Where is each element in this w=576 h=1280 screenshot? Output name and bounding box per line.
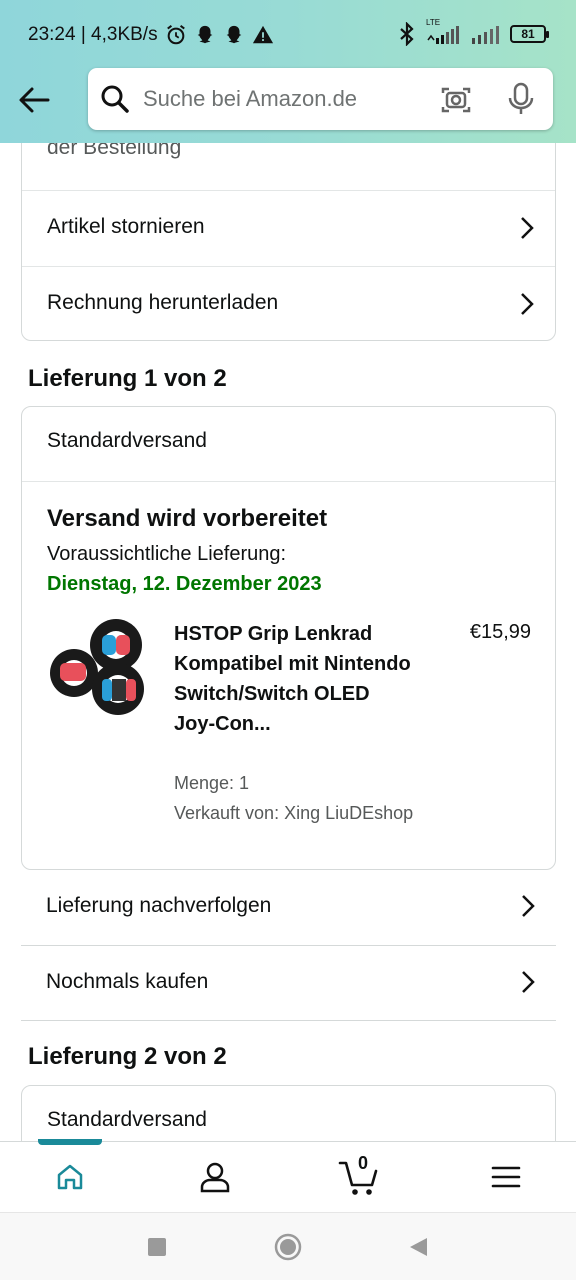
nav-account[interactable]: [175, 1142, 255, 1212]
chevron-right-icon: [521, 293, 534, 315]
lte-signal-icon: LTE: [426, 18, 460, 46]
home-system-button[interactable]: [274, 1233, 302, 1261]
shipping-method-row-2: Standardversand: [22, 1086, 555, 1141]
delivery-1-title: Lieferung 1 von 2: [28, 365, 227, 392]
menu-icon: [491, 1166, 521, 1188]
shipping-status: Versand wird vorbereitet: [47, 505, 328, 532]
divider: [21, 1020, 556, 1021]
delivery-2-card: Standardversand: [21, 1085, 556, 1141]
search-input[interactable]: [143, 84, 403, 114]
snapchat-icon: [197, 25, 212, 44]
bluetooth-icon: [400, 22, 414, 46]
download-invoice-row[interactable]: Rechnung herunterladen: [22, 267, 555, 340]
search-icon: [101, 85, 129, 113]
nav-home[interactable]: [30, 1142, 110, 1212]
order-partial-row[interactable]: der Bestellung: [22, 143, 555, 190]
order-details-content: der Bestellung Artikel stornieren Rechnu…: [0, 143, 576, 1141]
camera-search-icon[interactable]: [440, 84, 472, 116]
status-time-speed: 23:24 | 4,3KB/s: [28, 24, 158, 45]
status-bar: 23:24 | 4,3KB/s LTE 81: [0, 0, 576, 70]
buy-again-row[interactable]: Nochmals kaufen: [21, 946, 556, 1020]
product-quantity: Menge: 1: [174, 773, 250, 793]
track-delivery-row[interactable]: Lieferung nachverfolgen: [21, 870, 556, 944]
snapchat-icon-2: [226, 25, 241, 44]
status-right: LTE 81: [398, 18, 549, 46]
back-button[interactable]: [14, 80, 54, 120]
track-delivery-label: Lieferung nachverfolgen: [46, 894, 272, 917]
microphone-icon[interactable]: [506, 82, 536, 116]
battery-icon: 81: [510, 25, 549, 43]
system-nav-bar: [0, 1212, 576, 1280]
chevron-right-icon: [522, 895, 535, 917]
product-price: €15,99: [469, 621, 531, 643]
back-system-button[interactable]: [404, 1233, 432, 1261]
circle-icon: [274, 1233, 302, 1261]
product-seller: Verkauft von: Xing LiuDEshop: [174, 803, 414, 823]
product-title-link[interactable]: HSTOP Grip Lenkrad Kompatibel mit Ninten…: [174, 619, 414, 739]
order-partial-label: der Bestellung: [47, 143, 182, 159]
eta-date: Dienstag, 12. Dezember 2023: [47, 573, 322, 595]
app-header: 23:24 | 4,3KB/s LTE 81: [0, 0, 576, 143]
signal-icon: [472, 26, 499, 44]
delivery-1-card: Standardversand Versand wird vorbereitet…: [21, 406, 556, 870]
recents-button[interactable]: [143, 1233, 171, 1261]
bottom-nav: 0: [0, 1139, 576, 1212]
home-icon: [57, 1164, 83, 1190]
order-actions-card: der Bestellung Artikel stornieren Rechnu…: [21, 143, 556, 341]
shipping-method-label: Standardversand: [47, 429, 207, 452]
buy-again-label: Nochmals kaufen: [46, 970, 209, 993]
nav-cart[interactable]: 0: [320, 1142, 400, 1212]
account-icon: [200, 1162, 230, 1193]
search-bar[interactable]: [88, 68, 553, 130]
divider: [22, 481, 555, 482]
battery-level: 81: [521, 27, 535, 41]
cart-count: 0: [358, 1153, 369, 1173]
status-left: 23:24 | 4,3KB/s: [28, 24, 274, 46]
warning-icon: [252, 25, 273, 44]
cancel-items-label: Artikel stornieren: [47, 215, 205, 238]
product-image[interactable]: [46, 617, 150, 717]
shipping-method-row: Standardversand: [22, 407, 555, 481]
chevron-right-icon: [522, 971, 535, 993]
cancel-items-row[interactable]: Artikel stornieren: [22, 191, 555, 266]
triangle-back-icon: [410, 1238, 427, 1256]
chevron-right-icon: [521, 217, 534, 239]
download-invoice-label: Rechnung herunterladen: [47, 291, 279, 314]
eta-label: Voraussichtliche Lieferung:: [47, 543, 287, 565]
delivery-2-title: Lieferung 2 von 2: [28, 1043, 227, 1070]
square-icon: [148, 1238, 166, 1256]
alarm-icon: [166, 25, 185, 45]
nav-menu[interactable]: [466, 1142, 546, 1212]
shipping-method-label-2: Standardversand: [47, 1108, 207, 1131]
back-arrow-icon: [19, 87, 50, 113]
